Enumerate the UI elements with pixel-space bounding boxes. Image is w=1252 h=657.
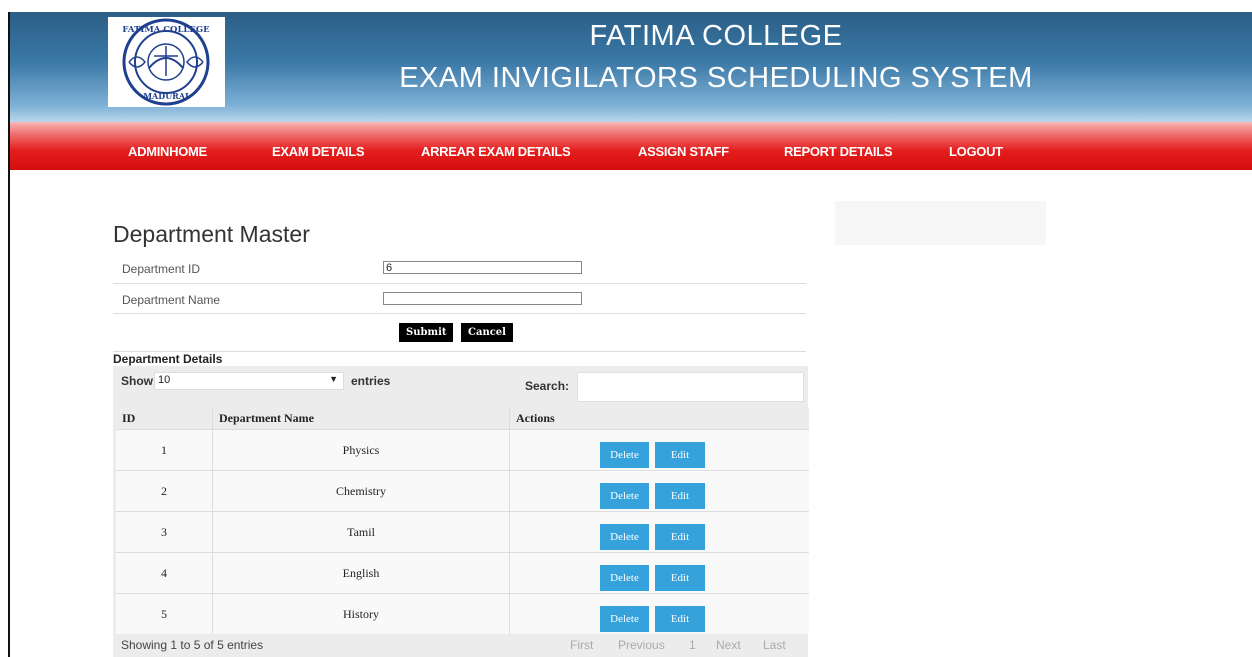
department-table-panel: Show 10 ▼ entries Search: ID Department …: [113, 366, 809, 657]
college-title: FATIMA COLLEGE: [589, 20, 843, 52]
delete-button[interactable]: Delete: [600, 606, 649, 632]
top-strip: [0, 0, 1252, 12]
nav-exam-details[interactable]: EXAM DETAILS: [272, 144, 365, 159]
dept-name-input[interactable]: [383, 292, 582, 305]
dept-name-label: Department Name: [122, 293, 221, 307]
cell-department-name: Chemistry: [212, 470, 510, 512]
cell-id: 1: [116, 429, 213, 471]
dept-name-row: Department Name: [113, 284, 806, 314]
cell-actions: Delete Edit: [509, 429, 809, 471]
edit-button[interactable]: Edit: [655, 606, 705, 632]
system-title: EXAM INVIGILATORS SCHEDULING SYSTEM: [399, 62, 1033, 94]
search-input[interactable]: [577, 372, 804, 402]
nav-report-details[interactable]: REPORT DETAILS: [784, 144, 893, 159]
page-length-value: 10: [158, 374, 171, 386]
delete-button[interactable]: Delete: [600, 524, 649, 550]
edit-button[interactable]: Edit: [655, 524, 705, 550]
main-nav: ADMINHOME EXAM DETAILS ARREAR EXAM DETAI…: [10, 122, 1252, 170]
page-length-select[interactable]: 10 ▼: [154, 372, 344, 390]
cell-actions: Delete Edit: [509, 470, 809, 512]
cell-department-name: Physics: [212, 429, 510, 471]
column-header-actions: Actions: [509, 407, 809, 430]
nav-adminhome[interactable]: ADMINHOME: [128, 144, 207, 159]
cell-id: 2: [116, 470, 213, 512]
column-header-department-name[interactable]: Department Name: [212, 407, 510, 430]
cell-department-name: English: [212, 552, 510, 594]
pager-first[interactable]: First: [570, 638, 593, 652]
nav-assign-staff[interactable]: ASSIGN STAFF: [638, 144, 729, 159]
table-row: 1 Physics Delete Edit: [116, 429, 809, 471]
dept-id-label: Department ID: [122, 262, 201, 276]
nav-arrear-exam-details[interactable]: ARREAR EXAM DETAILS: [421, 144, 571, 159]
pager-previous[interactable]: Previous: [618, 638, 665, 652]
page-title: Department Master: [113, 221, 310, 247]
form-actions-row: [113, 314, 806, 352]
table-row: 3 Tamil Delete Edit: [116, 511, 809, 553]
cell-department-name: Tamil: [212, 511, 510, 553]
table-header-row: ID Department Name Actions: [116, 407, 809, 430]
delete-button[interactable]: Delete: [600, 442, 649, 468]
section-title: Department Details: [113, 352, 223, 366]
pager-next[interactable]: Next: [716, 638, 741, 652]
empty-panel: [835, 201, 1046, 245]
table-row: 4 English Delete Edit: [116, 552, 809, 594]
cell-department-name: History: [212, 593, 510, 634]
department-table: ID Department Name Actions 1 Physics Del…: [116, 407, 809, 634]
nav-logout[interactable]: LOGOUT: [949, 144, 1003, 159]
table-row: 5 History Delete Edit: [116, 593, 809, 634]
dept-id-input[interactable]: [383, 261, 582, 274]
cell-id: 3: [116, 511, 213, 553]
delete-button[interactable]: Delete: [600, 483, 649, 509]
cell-id: 5: [116, 593, 213, 634]
delete-button[interactable]: Delete: [600, 565, 649, 591]
site-header: FATIMA COLLEGE MADURAI FATIMA COLLEGE EX…: [10, 12, 1252, 122]
table-info: Showing 1 to 5 of 5 entries: [121, 638, 264, 652]
cell-actions: Delete Edit: [509, 593, 809, 634]
dept-id-row: Department ID: [113, 254, 806, 284]
edit-button[interactable]: Edit: [655, 483, 705, 509]
show-label: Show: [121, 374, 153, 388]
cell-id: 4: [116, 552, 213, 594]
cell-actions: Delete Edit: [509, 552, 809, 594]
chevron-down-icon: ▼: [329, 374, 338, 384]
cancel-button[interactable]: Cancel: [461, 323, 513, 342]
table-row: 2 Chemistry Delete Edit: [116, 470, 809, 512]
cell-actions: Delete Edit: [509, 511, 809, 553]
edit-button[interactable]: Edit: [655, 565, 705, 591]
column-header-id[interactable]: ID: [116, 407, 213, 430]
entries-label: entries: [351, 374, 391, 388]
pager-last[interactable]: Last: [763, 638, 786, 652]
edit-button[interactable]: Edit: [655, 442, 705, 468]
pager-page-1[interactable]: 1: [689, 638, 696, 652]
submit-button[interactable]: Submit: [399, 323, 454, 342]
search-label: Search:: [525, 379, 570, 393]
